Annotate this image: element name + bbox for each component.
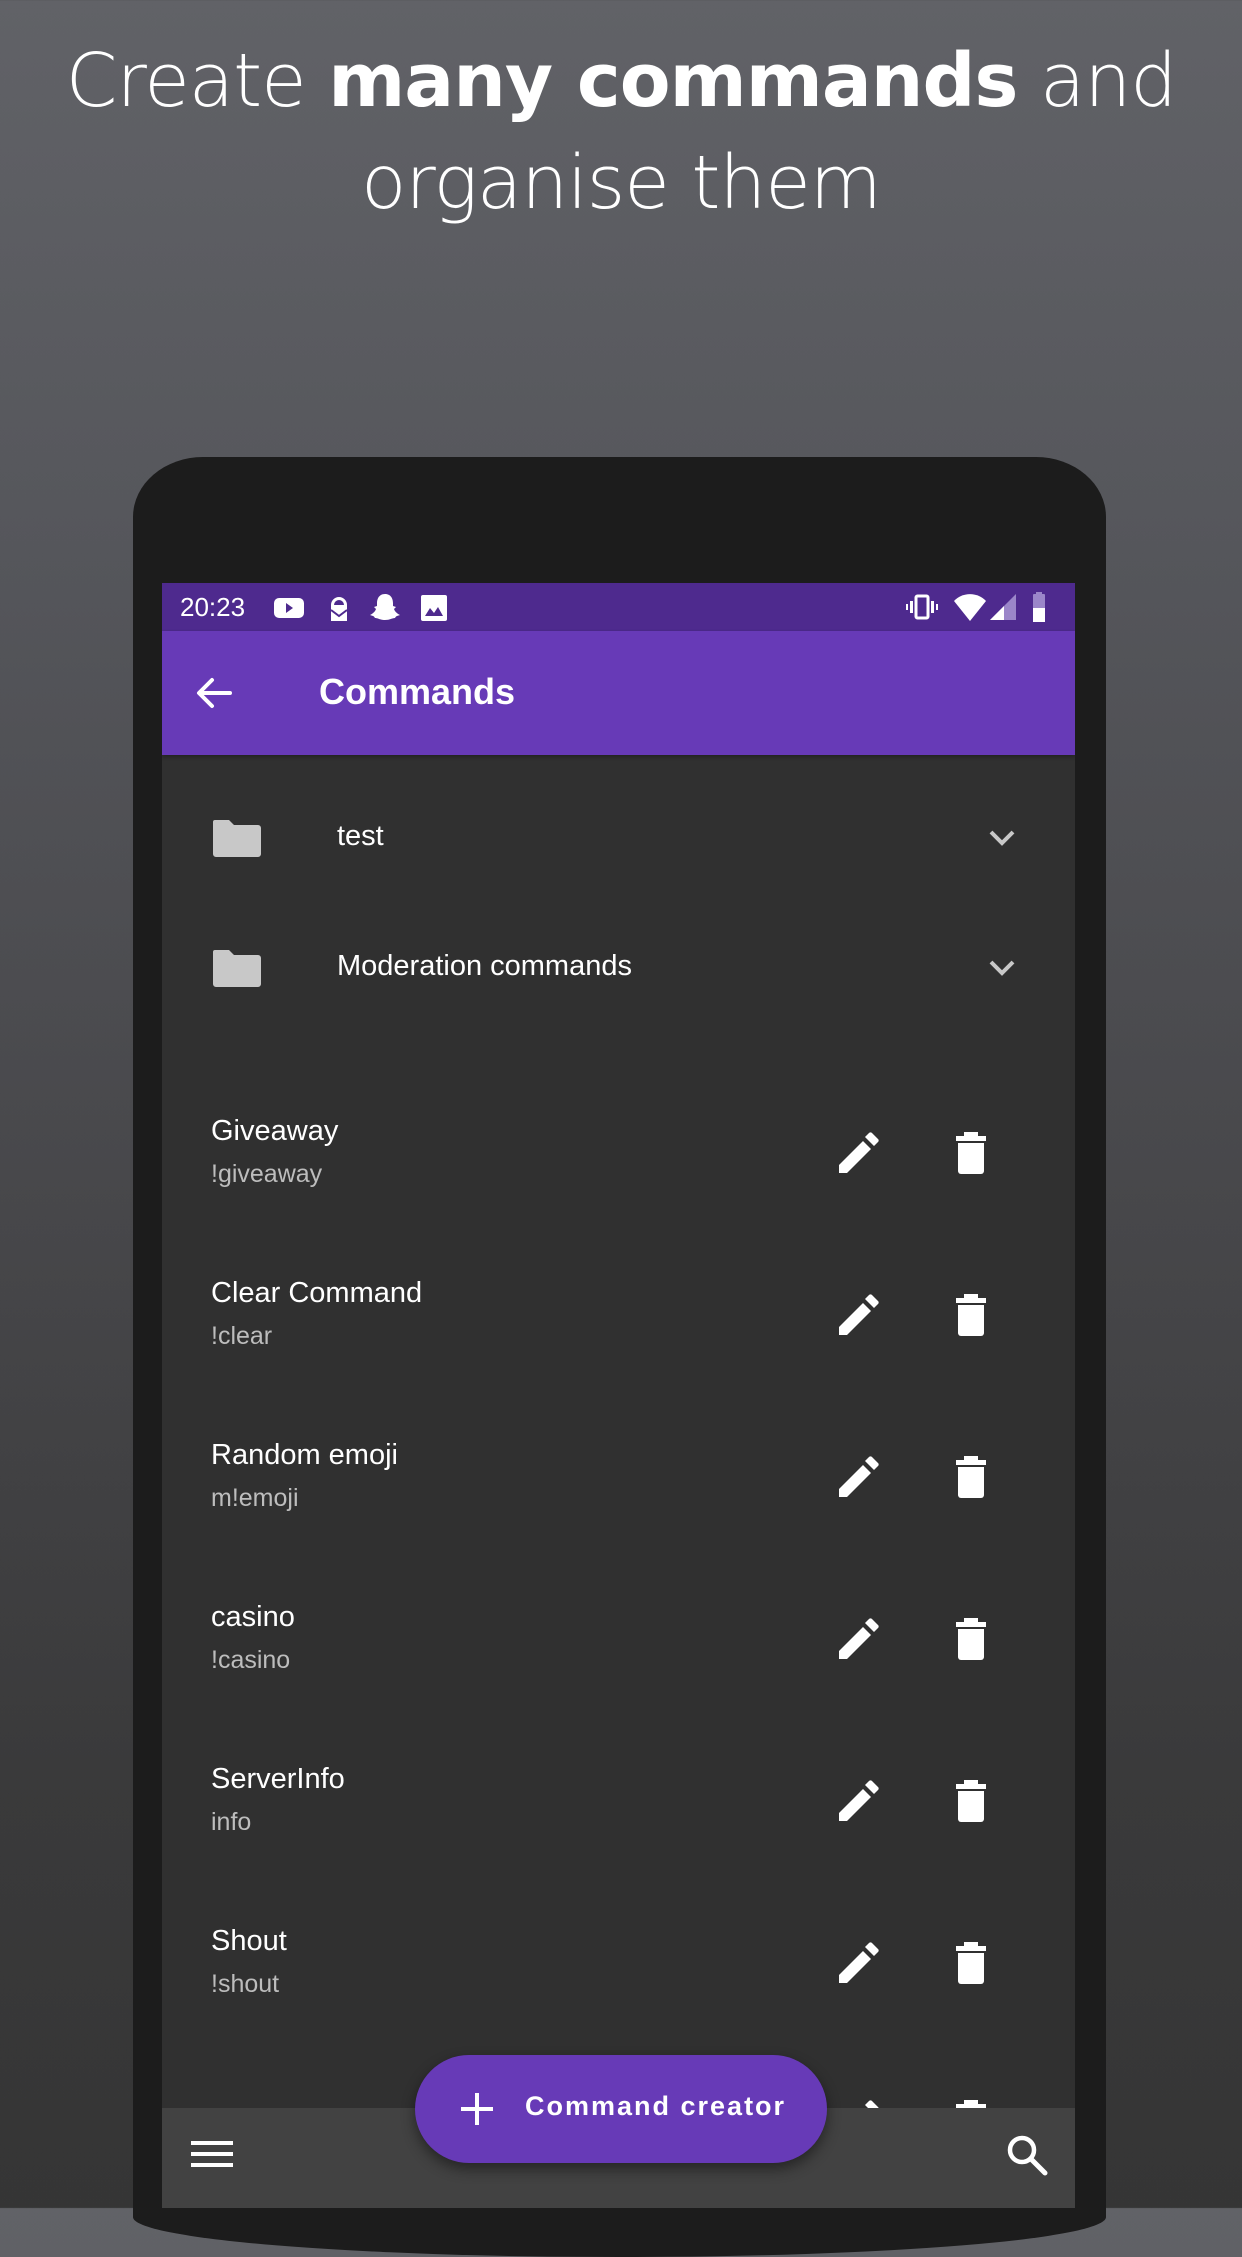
command-trigger: info bbox=[211, 1808, 252, 1836]
folder-label: test bbox=[337, 820, 384, 852]
command-title: casino bbox=[211, 1601, 295, 1633]
trash-icon[interactable] bbox=[942, 1447, 1000, 1505]
phone-screen: 20:23 Commands test Moderation commands … bbox=[162, 583, 1075, 2208]
headline-bold: many commands bbox=[328, 38, 1018, 124]
headline-prefix: Create bbox=[65, 38, 329, 124]
app-bar: Commands bbox=[162, 631, 1075, 755]
command-row[interactable]: Random emoji m!emoji bbox=[162, 1437, 1075, 1599]
command-trigger: !clear bbox=[211, 1322, 273, 1350]
page-title: Commands bbox=[319, 671, 516, 712]
signal-icon bbox=[990, 594, 1016, 620]
command-title: Shout bbox=[211, 1925, 287, 1957]
battery-icon bbox=[1033, 592, 1045, 622]
command-row[interactable]: Clear Command !clear bbox=[162, 1275, 1075, 1437]
arrow-back-icon[interactable] bbox=[192, 671, 236, 715]
headline-suffix: and bbox=[1017, 38, 1177, 124]
headline-line-2: organise them bbox=[361, 140, 882, 226]
plus-icon bbox=[461, 2093, 493, 2125]
folder-item-test[interactable]: test bbox=[162, 778, 1075, 898]
command-title: ServerInfo bbox=[211, 1763, 345, 1795]
headline-line-1: Create many commands and bbox=[0, 30, 1242, 132]
pencil-icon[interactable] bbox=[830, 1771, 888, 1829]
command-creator-button[interactable]: Command creator bbox=[415, 2055, 827, 2163]
folder-item-moderation-commands[interactable]: Moderation commands bbox=[162, 908, 1075, 1028]
command-title: Random emoji bbox=[211, 1439, 398, 1471]
youtube-icon bbox=[274, 598, 304, 618]
wifi-icon bbox=[954, 594, 986, 621]
search-icon[interactable] bbox=[1002, 2130, 1052, 2180]
folder-label: Moderation commands bbox=[337, 950, 632, 982]
command-trigger: !casino bbox=[211, 1646, 291, 1674]
command-row[interactable]: ServerInfo info bbox=[162, 1761, 1075, 1923]
pencil-icon[interactable] bbox=[830, 1447, 888, 1505]
command-trigger: !shout bbox=[211, 1970, 280, 1998]
promo-headline: Create many commands and organise them bbox=[0, 30, 1242, 234]
pencil-icon[interactable] bbox=[830, 1609, 888, 1667]
fab-label: Command creator bbox=[525, 2091, 787, 2121]
folder-icon bbox=[213, 820, 261, 857]
command-trigger: m!emoji bbox=[211, 1484, 299, 1512]
status-bar: 20:23 bbox=[162, 583, 1075, 631]
trash-icon[interactable] bbox=[942, 1933, 1000, 1991]
protonmail-icon bbox=[330, 597, 348, 621]
trash-icon[interactable] bbox=[942, 1771, 1000, 1829]
trash-icon[interactable] bbox=[942, 1285, 1000, 1343]
pencil-icon[interactable] bbox=[830, 1285, 888, 1343]
trash-icon[interactable] bbox=[942, 1609, 1000, 1667]
pencil-icon[interactable] bbox=[830, 1123, 888, 1181]
command-title: Clear Command bbox=[211, 1277, 423, 1309]
folder-icon bbox=[213, 950, 261, 987]
vibrate-icon bbox=[906, 594, 938, 620]
trash-icon[interactable] bbox=[942, 1123, 1000, 1181]
snapchat-icon bbox=[370, 594, 400, 620]
gallery-icon bbox=[421, 595, 447, 621]
command-row[interactable]: Giveaway !giveaway bbox=[162, 1113, 1075, 1275]
command-row[interactable]: casino !casino bbox=[162, 1599, 1075, 1761]
chevron-down-icon[interactable] bbox=[984, 953, 1020, 983]
chevron-down-icon[interactable] bbox=[984, 823, 1020, 853]
command-trigger: !giveaway bbox=[211, 1160, 323, 1188]
menu-icon[interactable] bbox=[186, 2130, 236, 2180]
pencil-icon[interactable] bbox=[830, 1933, 888, 1991]
status-time: 20:23 bbox=[180, 592, 246, 622]
command-title: Giveaway bbox=[211, 1115, 339, 1147]
